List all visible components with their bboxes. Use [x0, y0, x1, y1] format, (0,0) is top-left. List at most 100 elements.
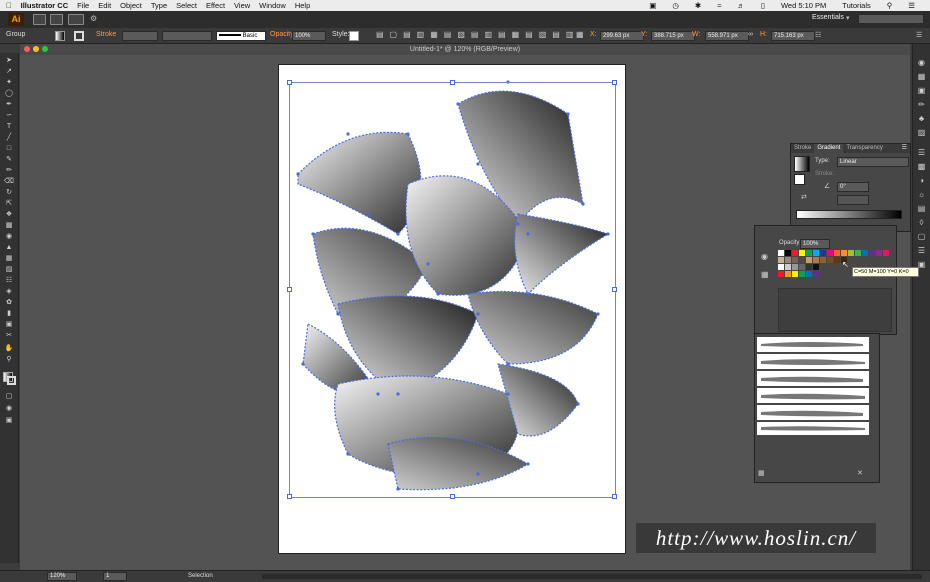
- pen-tool-icon[interactable]: ✒: [4, 101, 14, 109]
- transform-icon[interactable]: ☷: [815, 31, 821, 39]
- menu-help[interactable]: Help: [295, 1, 310, 10]
- link-icon[interactable]: ∞: [748, 31, 753, 38]
- menu-view[interactable]: View: [234, 1, 250, 10]
- swatches-panel-icon[interactable]: ▣: [916, 86, 927, 95]
- align-panel-icon[interactable]: ▤: [916, 204, 927, 213]
- panel-menu-icon[interactable]: ☰: [916, 31, 922, 39]
- app-menu[interactable]: Illustrator CC: [21, 1, 69, 10]
- handle-middle-left[interactable]: [287, 287, 292, 292]
- variable-width-field[interactable]: [162, 31, 212, 41]
- gradient-preview-swatch[interactable]: [794, 156, 810, 172]
- artboard-number-field[interactable]: 1: [103, 572, 127, 581]
- height-field[interactable]: 715.163 px: [771, 31, 815, 41]
- clock-icon[interactable]: ◷: [672, 1, 679, 10]
- fill-stroke-icon[interactable]: [794, 174, 805, 185]
- opacity-field[interactable]: 100%: [800, 239, 830, 249]
- x-field[interactable]: 299.63 px: [600, 31, 644, 41]
- battery-icon[interactable]: ▯: [761, 1, 765, 10]
- tab-transparency[interactable]: Transparency: [843, 144, 885, 153]
- gpu-icon[interactable]: ⚙: [90, 14, 97, 23]
- menubar-clock[interactable]: Wed 5:10 PM: [781, 1, 826, 10]
- user-menu[interactable]: Tutorials: [842, 1, 870, 10]
- magic-wand-tool-icon[interactable]: ✦: [4, 79, 14, 87]
- arrange-documents-button[interactable]: [68, 14, 84, 25]
- width-field[interactable]: 558.971 px: [705, 31, 749, 41]
- horizontal-scrollbar[interactable]: [262, 574, 922, 579]
- gradient-panel-icon[interactable]: ▩: [916, 162, 927, 171]
- minimize-window-icon[interactable]: [33, 46, 39, 52]
- aspect-ratio-field[interactable]: [837, 195, 869, 205]
- lasso-tool-icon[interactable]: ◯: [4, 90, 14, 98]
- type-tool-icon[interactable]: T: [4, 123, 14, 131]
- color-mode-icon[interactable]: ▢: [4, 393, 14, 401]
- pencil-tool-icon[interactable]: ✏: [4, 167, 14, 175]
- free-transform-tool-icon[interactable]: ▩: [4, 222, 14, 230]
- menu-effect[interactable]: Effect: [206, 1, 225, 10]
- rectangle-tool-icon[interactable]: □: [4, 145, 14, 153]
- draw-mode-icon[interactable]: ◉: [4, 405, 14, 413]
- zoom-window-icon[interactable]: [42, 46, 48, 52]
- stroke-weight-field[interactable]: [122, 31, 158, 41]
- current-tool-label[interactable]: Selection: [188, 571, 213, 582]
- width-tool-icon[interactable]: ❖: [4, 211, 14, 219]
- chevron-down-icon[interactable]: ▾: [846, 14, 850, 22]
- reference-point-icon[interactable]: ▦: [576, 30, 584, 39]
- brush-definition-field[interactable]: Basic: [216, 31, 266, 41]
- hand-tool-icon[interactable]: ✋: [4, 345, 14, 353]
- graphic-styles-icon[interactable]: ▨: [916, 128, 927, 137]
- color-guide-icon[interactable]: ▦: [916, 72, 927, 81]
- eyedropper-tool-icon[interactable]: ☷: [4, 277, 14, 285]
- handle-bottom-right[interactable]: [612, 494, 617, 499]
- stroke-label[interactable]: Stroke: [96, 31, 116, 38]
- tab-gradient[interactable]: Gradient: [814, 144, 844, 153]
- rotate-tool-icon[interactable]: ↻: [4, 189, 14, 197]
- gradient-tool-icon[interactable]: ▨: [4, 266, 14, 274]
- paintbrush-tool-icon[interactable]: ✎: [4, 156, 14, 164]
- menu-file[interactable]: File: [77, 1, 89, 10]
- direct-selection-tool-icon[interactable]: ↗: [4, 68, 14, 76]
- stroke-color-icon[interactable]: [7, 376, 16, 385]
- brush-library-icon[interactable]: ▦: [758, 469, 765, 477]
- menu-type[interactable]: Type: [151, 1, 167, 10]
- apple-icon[interactable]: : [6, 1, 12, 10]
- angle-field[interactable]: 0°: [837, 182, 869, 192]
- bridge-button[interactable]: [33, 14, 46, 25]
- gradient-type-select[interactable]: Linear: [837, 157, 909, 167]
- artboard-tool-icon[interactable]: ▣: [4, 321, 14, 329]
- delete-brush-icon[interactable]: ✕: [857, 469, 863, 477]
- search-icon[interactable]: ⚲: [887, 1, 893, 10]
- slice-tool-icon[interactable]: ✂: [4, 332, 14, 340]
- volume-icon[interactable]: ♬: [737, 1, 745, 10]
- video-icon[interactable]: ▣: [649, 1, 656, 10]
- brushes-panel-icon[interactable]: ✏: [916, 100, 927, 109]
- brush-strokes-list[interactable]: [757, 337, 869, 435]
- stroke-swatch[interactable]: [74, 31, 84, 41]
- handle-top-right[interactable]: [612, 80, 617, 85]
- swatch-library-icon[interactable]: ▦: [761, 270, 769, 279]
- perspective-grid-tool-icon[interactable]: ▲: [4, 244, 14, 252]
- eye-icon[interactable]: ◉: [761, 252, 768, 261]
- stroke-panel-icon[interactable]: ☰: [916, 148, 927, 157]
- color-panel-icon[interactable]: ◉: [916, 58, 927, 67]
- symbol-sprayer-tool-icon[interactable]: ✿: [4, 299, 14, 307]
- screen-mode-icon[interactable]: ▣: [4, 417, 14, 425]
- eraser-tool-icon[interactable]: ⌫: [4, 178, 14, 186]
- stock-button[interactable]: [50, 14, 63, 25]
- tab-stroke[interactable]: Stroke: [791, 144, 814, 153]
- selection-tool-icon[interactable]: ➤: [4, 57, 14, 65]
- handle-bottom-center[interactable]: [450, 494, 455, 499]
- menu-edit[interactable]: Edit: [98, 1, 111, 10]
- transform-panel-icon[interactable]: ▢: [916, 232, 927, 241]
- menu-object[interactable]: Object: [120, 1, 142, 10]
- layers-panel-icon[interactable]: ☰: [916, 246, 927, 255]
- style-swatch[interactable]: [349, 31, 359, 41]
- shape-builder-tool-icon[interactable]: ◉: [4, 233, 14, 241]
- bluetooth-icon[interactable]: ✱: [695, 1, 701, 10]
- gradient-slider[interactable]: [796, 210, 902, 219]
- zoom-tool-icon[interactable]: ⚲: [4, 356, 14, 364]
- wifi-icon[interactable]: ≈: [717, 1, 721, 10]
- reverse-gradient-icon[interactable]: ⇄: [801, 193, 807, 201]
- menu-select[interactable]: Select: [176, 1, 197, 10]
- pathfinder-panel-icon[interactable]: ◊: [916, 218, 927, 227]
- handle-top-center[interactable]: [450, 80, 455, 85]
